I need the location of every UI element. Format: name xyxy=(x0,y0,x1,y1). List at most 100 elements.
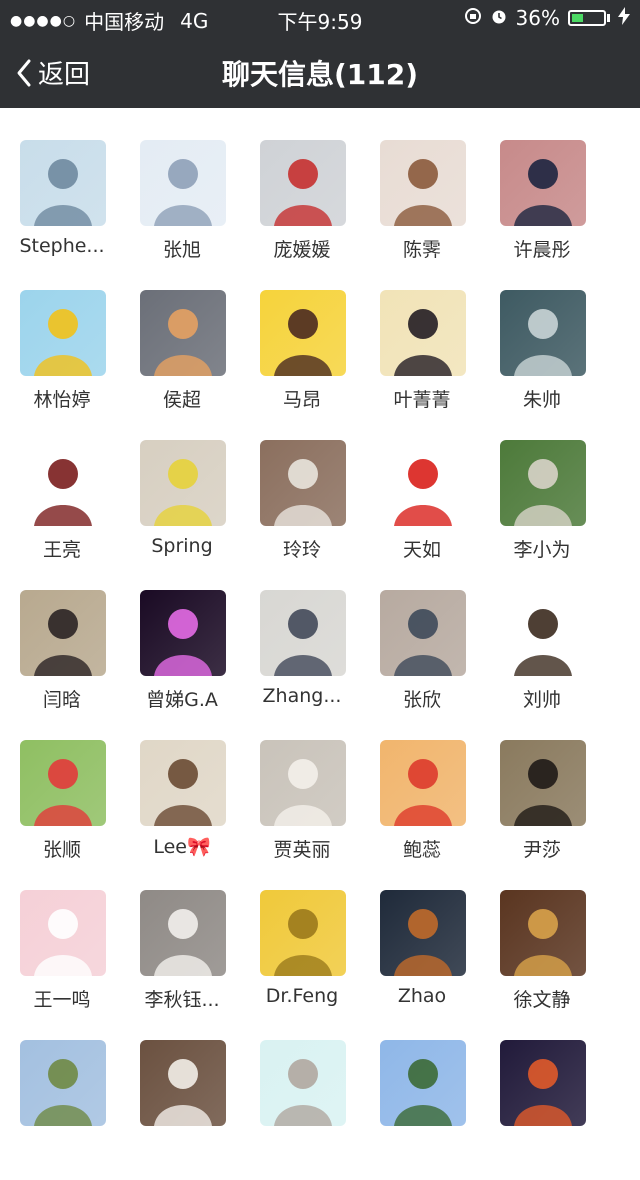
night-scene-avatar xyxy=(380,890,466,976)
member-name: 马昂 xyxy=(282,389,321,411)
charging-bolt-icon xyxy=(618,6,630,30)
member-cell[interactable]: 刘帅 xyxy=(482,590,602,730)
member-cell[interactable] xyxy=(122,1040,242,1180)
member-cell[interactable] xyxy=(242,1040,362,1180)
page-title: 聊天信息(112) xyxy=(221,58,419,91)
member-cell[interactable]: 张欣 xyxy=(362,590,482,730)
member-cell[interactable] xyxy=(2,1040,122,1180)
battery-cap xyxy=(607,14,610,22)
member-name: 张欣 xyxy=(402,689,441,711)
member-cell[interactable]: 林怡婷 xyxy=(2,290,122,430)
member-cell[interactable]: 鲍蕊 xyxy=(362,740,482,880)
member-cell[interactable]: 贾英丽 xyxy=(242,740,362,880)
member-cell[interactable]: Stephe... xyxy=(2,140,122,280)
member-cell[interactable]: Zhang... xyxy=(242,590,362,730)
nav-bar: 返回 聊天信息(112) xyxy=(0,36,640,108)
member-name: 天如 xyxy=(402,539,441,561)
member-cell[interactable]: 马昂 xyxy=(242,290,362,430)
witch-cartoon-avatar xyxy=(380,440,466,526)
member-name: 许晨彤 xyxy=(513,239,571,261)
member-cell[interactable]: 陈霁 xyxy=(362,140,482,280)
member-name: 王亮 xyxy=(42,539,81,561)
member-cell[interactable]: Dr.Feng xyxy=(242,890,362,1030)
member-name: 贾英丽 xyxy=(273,839,331,861)
child-santa-hat-avatar xyxy=(20,740,106,826)
silhouette-avatar xyxy=(140,290,226,376)
bride-photo-avatar xyxy=(140,890,226,976)
member-cell[interactable]: Spring xyxy=(122,440,242,580)
member-cell[interactable]: 叶菁菁 xyxy=(362,290,482,430)
members-grid: Stephe... 张旭 庞媛媛 陈霁 许晨彤林怡婷 侯超 马昂 叶菁菁 朱帅王亮 Spring 玲… xyxy=(0,108,640,1138)
scene-photo-avatar xyxy=(500,440,586,526)
member-cell[interactable]: 曾娣G.A xyxy=(122,590,242,730)
member-name: 刘帅 xyxy=(522,689,561,711)
member-cell[interactable]: 张旭 xyxy=(122,140,242,280)
moon-silhouette-avatar xyxy=(140,590,226,676)
member-name: Dr.Feng xyxy=(265,985,339,1007)
member-name: 李小为 xyxy=(513,539,571,561)
member-cell[interactable]: 张顺 xyxy=(2,740,122,880)
person-photo-avatar xyxy=(500,140,586,226)
member-cell[interactable]: Zhao xyxy=(362,890,482,1030)
puppy-avatar xyxy=(140,1040,226,1126)
member-cell[interactable]: 王亮 xyxy=(2,440,122,580)
member-name: 闫晗 xyxy=(42,689,81,711)
person-photo-avatar xyxy=(380,590,466,676)
member-name: 侯超 xyxy=(162,389,201,411)
member-name: 林怡婷 xyxy=(33,389,91,411)
member-name: 张旭 xyxy=(162,239,201,261)
person-photo-avatar xyxy=(140,440,226,526)
member-name: 张顺 xyxy=(42,839,81,861)
bride-photo-avatar xyxy=(260,740,346,826)
member-name: Zhang... xyxy=(262,685,342,707)
person-photo-avatar xyxy=(20,590,106,676)
lake-scene-avatar xyxy=(380,1040,466,1126)
scene-photo-avatar xyxy=(500,290,586,376)
cartoon-boy-avatar xyxy=(500,590,586,676)
cartoon-girl-avatar xyxy=(260,290,346,376)
cat-avatar xyxy=(260,440,346,526)
member-cell[interactable]: 李小为 xyxy=(482,440,602,580)
member-cell[interactable]: 尹莎 xyxy=(482,740,602,880)
member-name: 叶菁菁 xyxy=(393,389,451,411)
member-name: Lee🎀 xyxy=(153,836,211,858)
person-photo-avatar xyxy=(20,140,106,226)
member-name: Zhao xyxy=(397,985,447,1007)
night-street-avatar xyxy=(500,1040,586,1126)
cartoon-santa-hat-avatar xyxy=(380,740,466,826)
member-name: Stephe... xyxy=(19,235,105,257)
member-name: 李秋钰... xyxy=(144,989,220,1011)
member-cell[interactable]: 侯超 xyxy=(122,290,242,430)
member-name: Spring xyxy=(151,535,213,557)
bookshelf-avatar xyxy=(140,740,226,826)
sunflower-avatar xyxy=(20,290,106,376)
masquerade-avatar xyxy=(500,890,586,976)
status-bar: ●●●●○ 中国移动 4G 下午9:59 36% xyxy=(0,0,640,36)
member-name: 尹莎 xyxy=(522,839,561,861)
member-cell[interactable]: 王一鸣 xyxy=(2,890,122,1030)
piano-avatar xyxy=(380,290,466,376)
member-cell[interactable] xyxy=(482,1040,602,1180)
member-cell[interactable]: Lee🎀 xyxy=(122,740,242,880)
dog-avatar xyxy=(500,740,586,826)
anime-girl-avatar xyxy=(140,140,226,226)
member-cell[interactable]: 闫晗 xyxy=(2,590,122,730)
member-name: 鲍蕊 xyxy=(402,839,441,861)
member-cell[interactable]: 庞媛媛 xyxy=(242,140,362,280)
member-cell[interactable]: 徐文静 xyxy=(482,890,602,1030)
member-cell[interactable]: 李秋钰... xyxy=(122,890,242,1030)
grassland-photo-avatar xyxy=(20,1040,106,1126)
member-cell[interactable] xyxy=(362,1040,482,1180)
member-name: 曾娣G.A xyxy=(146,689,218,711)
person-photo-avatar xyxy=(260,140,346,226)
member-cell[interactable]: 天如 xyxy=(362,440,482,580)
member-name: 朱帅 xyxy=(522,389,561,411)
member-cell[interactable]: 玲玲 xyxy=(242,440,362,580)
member-cell[interactable]: 许晨彤 xyxy=(482,140,602,280)
rotation-lock-icon xyxy=(464,6,482,30)
member-cell[interactable]: 朱帅 xyxy=(482,290,602,430)
battery-icon xyxy=(568,10,606,26)
member-name: 玲玲 xyxy=(282,539,321,561)
member-name: 陈霁 xyxy=(402,239,441,261)
member-name: 王一鸣 xyxy=(33,989,91,1011)
